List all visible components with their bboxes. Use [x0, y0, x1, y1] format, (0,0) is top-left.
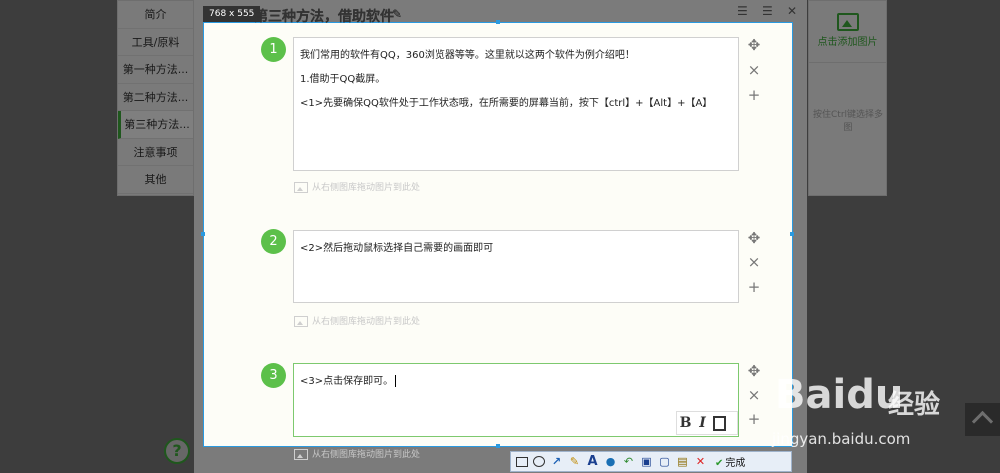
selection-size-badge: 768 x 555: [203, 6, 261, 22]
brush-tool-icon[interactable]: ✎: [567, 454, 582, 469]
drop-hint-text: 从右侧图库拖动图片到此处: [312, 317, 421, 327]
rectangle-tool-icon[interactable]: [516, 456, 528, 467]
copy-icon[interactable]: ▤: [675, 454, 690, 469]
move-step-icon[interactable]: ✥: [746, 37, 762, 53]
pin-screen-icon[interactable]: ▢: [657, 454, 672, 469]
step-text-line: <1>先要确保QQ软件处于工作状态哦，在所需要的屏幕当前，按下【ctrl】+【A…: [300, 98, 713, 109]
italic-button[interactable]: I: [694, 412, 711, 434]
resize-handle-bottom[interactable]: [496, 444, 500, 448]
step-number: 1: [261, 37, 286, 62]
move-step-icon[interactable]: ✥: [746, 363, 762, 379]
step-number: 3: [261, 363, 286, 388]
jingyan-logo: 经验: [888, 390, 941, 420]
edit-title-icon-visible[interactable]: ✎: [392, 7, 402, 21]
image-placeholder-icon: [294, 182, 308, 193]
drop-hint-text: 从右侧图库拖动图片到此处: [312, 450, 421, 460]
step-text-line: <2>然后拖动鼠标选择自己需要的画面即可: [300, 243, 494, 254]
move-step-icon[interactable]: ✥: [746, 230, 762, 246]
done-label: 完成: [725, 458, 746, 469]
arrow-tool-icon[interactable]: ↗: [549, 454, 564, 469]
text-caret: [395, 375, 397, 387]
resize-handle-top[interactable]: [496, 20, 500, 24]
resize-handle-right[interactable]: [790, 232, 794, 236]
delete-step-icon[interactable]: ×: [746, 254, 762, 270]
check-icon: ✔: [715, 458, 724, 469]
step-number: 2: [261, 229, 286, 254]
image-drop-zone[interactable]: 从右侧图库拖动图片到此处: [294, 314, 420, 327]
image-placeholder-icon: [294, 449, 308, 460]
add-step-icon[interactable]: +: [746, 279, 762, 295]
step-text-editor[interactable]: <2>然后拖动鼠标选择自己需要的画面即可: [293, 230, 739, 303]
image-drop-zone[interactable]: 从右侧图库拖动图片到此处: [294, 180, 420, 193]
step-text-line: 我们常用的软件有QQ，360浏览器等等。这里就以这两个软件为例介绍吧！: [300, 50, 635, 61]
resize-handle-left[interactable]: [201, 232, 205, 236]
save-icon[interactable]: ▣: [639, 454, 654, 469]
step-text-editor-active[interactable]: <3>点击保存即可。: [293, 363, 739, 437]
page-title-visible: 第三种方法，借助软件: [254, 9, 394, 25]
delete-step-icon[interactable]: ×: [746, 387, 762, 403]
cancel-icon[interactable]: ✕: [693, 454, 708, 469]
step-text-editor[interactable]: 我们常用的软件有QQ，360浏览器等等。这里就以这两个软件为例介绍吧！ 1.借助…: [293, 37, 739, 171]
screenshot-toolbar: ↗ ✎ A ● ↶ ▣ ▢ ▤ ✕ ✔ 完成: [510, 451, 792, 472]
video-icon[interactable]: [713, 416, 726, 431]
add-step-icon[interactable]: +: [746, 87, 762, 103]
text-tool-icon[interactable]: A: [585, 454, 600, 469]
image-placeholder-icon: [294, 316, 308, 327]
format-toolbar: BI: [676, 411, 738, 435]
drop-hint-text: 从右侧图库拖动图片到此处: [312, 183, 421, 193]
bold-button[interactable]: B: [677, 412, 694, 434]
step-text-line: <3>点击保存即可。: [300, 376, 394, 387]
done-button[interactable]: ✔ 完成: [715, 454, 745, 469]
image-drop-zone[interactable]: 从右侧图库拖动图片到此处: [294, 447, 420, 460]
ellipse-tool-icon[interactable]: [533, 456, 545, 467]
baidu-logo: Baidu: [775, 372, 904, 418]
watermark-url: jingyan.baidu.com: [772, 430, 911, 448]
mosaic-tool-icon[interactable]: ●: [603, 454, 618, 469]
delete-step-icon[interactable]: ×: [746, 62, 762, 78]
undo-icon[interactable]: ↶: [621, 454, 636, 469]
step-text-line: 1.借助于QQ截屏。: [300, 74, 386, 85]
add-step-icon[interactable]: +: [746, 411, 762, 427]
